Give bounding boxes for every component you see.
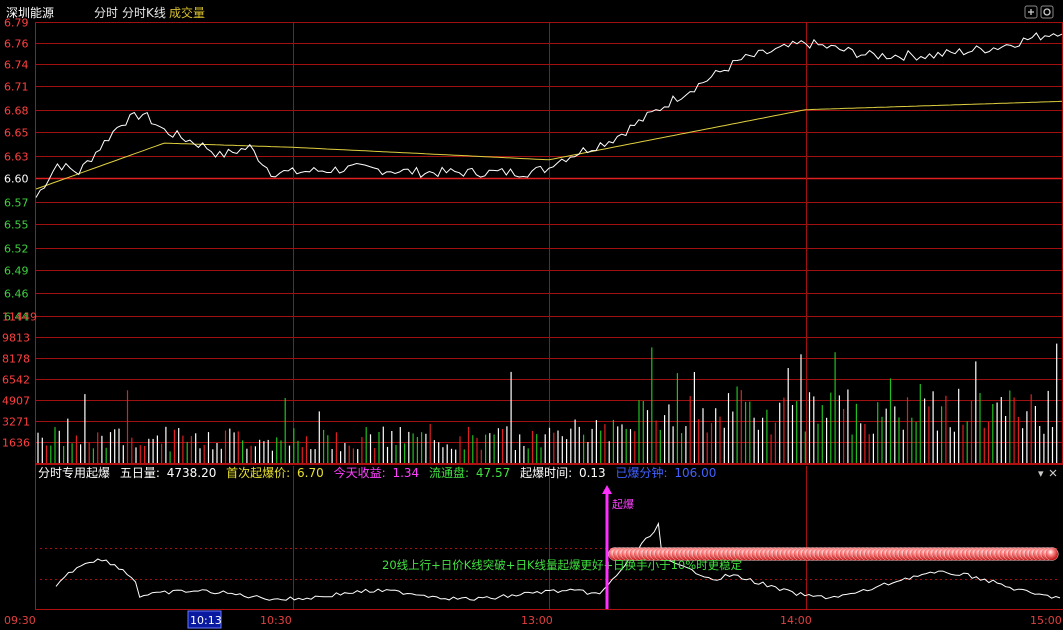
indicator-name: 分时专用起爆 — [38, 465, 110, 480]
menu-volume[interactable]: 成交量 — [169, 5, 205, 20]
window-controls — [1024, 5, 1054, 19]
price-tick-label: 6.74 — [4, 59, 29, 72]
float-label: 流通盘: — [429, 465, 469, 480]
time-label: 起爆时间: — [520, 466, 572, 480]
price-tick-label: 6.68 — [4, 105, 29, 118]
price-tick-label: 6.49 — [4, 265, 29, 278]
time-cursor-label: 10:13 — [190, 614, 222, 627]
price-tick-label: 6.76 — [4, 38, 29, 51]
volume-tick-label: 9813 — [2, 332, 30, 345]
time-value: 0.13 — [579, 466, 606, 480]
time-label-1300: 13:00 — [521, 614, 553, 627]
chart-header: 深圳能源 分时 分时K线 成交量 — [6, 5, 205, 20]
settings-icon[interactable] — [1040, 5, 1054, 19]
time-label-1400: 14:00 — [780, 614, 812, 627]
time-label-1030: 10:30 — [260, 614, 292, 627]
price-tick-label: 6.71 — [4, 81, 29, 94]
elapsed-label: 已爆分钟: — [616, 465, 668, 480]
five-day-value: 4738.20 — [167, 466, 217, 480]
indicator-close-icon[interactable] — [1049, 469, 1057, 477]
elapsed-value: 106.00 — [674, 466, 716, 480]
volume-tick-label: 3271 — [2, 416, 30, 429]
price-tick-label: 6.46 — [4, 288, 29, 301]
indicator-dropdown-icon[interactable]: ▾ — [1038, 467, 1044, 480]
signal-arrow-icon — [602, 485, 612, 609]
price-axis: 6.79 6.76 6.74 6.71 6.68 6.65 6.63 6.60 6.57 6.55… — [4, 17, 29, 324]
volume-tick-label: 8178 — [2, 353, 30, 366]
volume-tick-label: 11449 — [2, 311, 37, 324]
time-label-1500: 15:00 — [1030, 614, 1062, 627]
volume-tick-label: 4907 — [2, 395, 30, 408]
price-grid — [36, 22, 1062, 609]
time-label-0930: 09:30 — [4, 614, 36, 627]
signal-ball — [1045, 547, 1059, 561]
price-tick-label: 6.55 — [4, 219, 29, 232]
menu-kline[interactable]: 分时K线 — [122, 6, 166, 20]
price-tick-label: 6.60 — [4, 173, 29, 186]
volume-tick-label: 6542 — [2, 374, 30, 387]
indicator-annotation: 20线上行+日价K线突破+日K线量起爆更好+日换手小于10%时更稳定 — [382, 558, 743, 572]
price-tick-label: 6.65 — [4, 127, 29, 140]
today-gain-label: 今天收益: — [334, 465, 386, 480]
volume-tick-label: 1636 — [2, 437, 30, 450]
five-day-label: 五日量: — [120, 466, 160, 480]
price-tick-label: 6.52 — [4, 243, 29, 256]
time-axis: 09:30 10:13 10:30 13:00 14:00 15:00 — [4, 610, 1062, 629]
signal-label: 起爆 — [612, 497, 634, 511]
volume-axis: 11449 9813 8178 6542 4907 3271 1636 — [2, 311, 37, 450]
price-tick-label: 6.79 — [4, 17, 29, 30]
today-gain-value: 1.34 — [392, 466, 419, 480]
first-price-value: 6.70 — [297, 466, 324, 480]
add-icon[interactable] — [1024, 5, 1038, 19]
float-value: 47.57 — [476, 466, 510, 480]
first-price-label: 首次起爆价: — [226, 466, 290, 480]
volume-bars — [37, 343, 1058, 463]
indicator-header: 分时专用起爆 五日量: 4738.20 首次起爆价: 6.70 今天收益: 1.… — [38, 465, 716, 480]
intraday-chart-canvas[interactable]: 深圳能源 分时 分时K线 成交量 6.79 6.76 6.74 6.71 6.68 6.6… — [0, 0, 1063, 630]
price-tick-label: 6.57 — [4, 197, 29, 210]
menu-intraday[interactable]: 分时 — [94, 6, 118, 20]
price-tick-label: 6.63 — [4, 151, 29, 164]
